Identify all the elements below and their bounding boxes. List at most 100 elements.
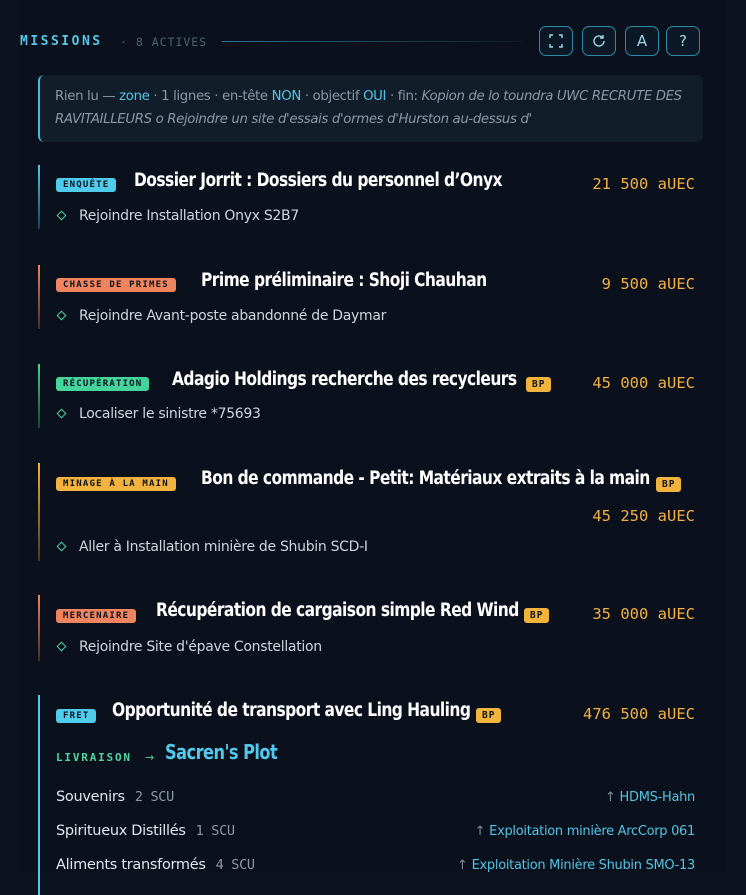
cargo-qty-value: 4 [215,857,224,873]
mission-reward: 35 000 aUEC [592,605,695,623]
reward-currency: aUEC [657,605,695,623]
cargo-qty: 2 SCU [135,789,174,805]
mission-reward: 9 500 aUEC [602,275,695,293]
cargo-name: Souvenirs 2 SCU [56,789,174,805]
help-icon: ? [679,32,687,50]
cargo-unit: SCU [231,857,255,873]
parse-info-box: Rien lu — zone · 1 lignes · en-tête NON … [38,75,703,142]
info-prefix: Rien lu — [55,89,116,104]
cargo-pickup: ↑ HDMS-Hahn [605,790,695,805]
info-header-keyword: NON [271,89,302,104]
font-icon: A [636,32,648,50]
info-lines: · 1 lignes · en-tête [153,89,268,104]
mission-card[interactable]: FRET Opportunité de transport avec Ling … [38,695,703,895]
category-accent-bar [38,595,40,661]
category-badge: RÉCUPÉRATION [56,377,150,391]
info-objective: · objectif [304,89,360,104]
pickup-location: Exploitation minière ArcCorp 061 [489,824,695,839]
reward-amount: 9 500 [601,275,649,293]
mission-objective: Localiser le sinistre *75693 [56,406,261,422]
fullscreen-button[interactable] [539,26,573,56]
mission-objective: Rejoindre Installation Onyx S2B7 [56,208,299,224]
active-count: · 8 ACTIVES [120,35,208,49]
objective-text: Aller à Installation minière de Shubin S… [79,539,368,555]
reward-amount: 21 500 [592,175,649,193]
mission-title: Bon de commande - Petit: Matériaux extra… [201,468,650,489]
objective-diamond-icon [56,408,67,418]
cargo-name: Aliments transformés 4 SCU [56,857,255,873]
cargo-name-text: Aliments transformés [56,857,206,873]
refresh-icon [593,35,605,47]
objective-text: Rejoindre Avant-poste abandonné de Dayma… [79,308,387,324]
category-accent-bar [38,165,40,229]
info-zone-keyword: zone [119,89,150,104]
objective-diamond-icon [56,210,67,220]
mission-objective: Aller à Installation minière de Shubin S… [56,539,368,555]
category-badge: MINAGE À LA MAIN [56,477,176,491]
font-size-button[interactable]: A [625,26,659,56]
objective-diamond-icon [56,641,67,651]
category-accent-bar [38,695,40,895]
cargo-row: Souvenirs 2 SCU ↑ HDMS-Hahn [56,789,695,809]
mission-reward: 45 000 aUEC [592,374,695,392]
bp-badge: BP [476,708,502,723]
mission-objective: Rejoindre Site d'épave Constellation [56,639,322,655]
cargo-qty: 4 SCU [216,857,255,873]
bp-badge: BP [526,377,552,392]
mission-title: Opportunité de transport avec Ling Hauli… [112,700,471,721]
reward-currency: aUEC [657,175,695,193]
delivery-destination: Sacren's Plot [165,740,278,764]
help-button[interactable]: ? [666,26,700,56]
mission-reward: 21 500 aUEC [592,175,695,193]
mission-card[interactable]: CHASSE DE PRIMES Prime préliminaire : Sh… [38,265,703,329]
cargo-pickup: ↑ Exploitation minière ArcCorp 061 [474,824,696,839]
delivery-label: LIVRAISON [56,751,132,764]
cargo-pickup: ↑ Exploitation Minière Shubin SMO-13 [457,858,695,873]
panel-title: MISSIONS [20,34,103,49]
reward-currency: aUEC [657,275,695,293]
objective-text: Rejoindre Installation Onyx S2B7 [79,208,299,224]
cargo-qty: 1 SCU [196,823,235,839]
cargo-qty-value: 1 [195,823,204,839]
category-accent-bar [38,265,40,329]
pickup-location: HDMS-Hahn [619,790,696,805]
reward-currency: aUEC [657,374,695,392]
mission-title: Adagio Holdings recherche des recycleurs [172,369,517,390]
mission-reward: 476 500 aUEC [583,705,695,723]
pickup-location: Exploitation Minière Shubin SMO-13 [471,858,696,873]
reward-amount: 35 000 [592,605,649,623]
category-accent-bar [38,364,40,428]
mission-card[interactable]: MERCENAIRE Récupération de cargaison sim… [38,595,703,661]
cargo-name: Spiritueux Distillés 1 SCU [56,823,235,839]
mission-card[interactable]: MINAGE À LA MAIN Bon de commande - Petit… [38,463,703,561]
bp-badge: BP [656,477,682,492]
missions-header: MISSIONS · 8 ACTIVES A ? [20,26,726,58]
cargo-name-text: Souvenirs [56,789,125,805]
cargo-unit: SCU [150,789,174,805]
header-divider [222,41,522,42]
reward-currency: aUEC [657,507,695,525]
mission-card[interactable]: RÉCUPÉRATION Adagio Holdings recherche d… [38,364,703,428]
cargo-name-text: Spiritueux Distillés [56,823,186,839]
reward-amount: 45 250 [592,507,649,525]
mission-title: Dossier Jorrit : Dossiers du personnel d… [134,170,502,191]
delivery-arrow-icon: → [145,751,155,764]
mission-card[interactable]: ENQUÊTE Dossier Jorrit : Dossiers du per… [38,165,703,229]
refresh-button[interactable] [582,26,616,56]
pickup-arrow-icon: ↑ [474,824,486,839]
objective-text: Localiser le sinistre *75693 [79,406,261,422]
category-badge: FRET [56,709,97,723]
category-badge: CHASSE DE PRIMES [56,278,176,292]
reward-amount: 476 500 [583,705,649,723]
mission-title: Récupération de cargaison simple Red Win… [156,600,519,621]
info-fin-label: · fin: [390,89,418,104]
pickup-arrow-icon: ↑ [604,790,616,805]
category-badge: ENQUÊTE [56,178,117,192]
mission-objective: Rejoindre Avant-poste abandonné de Dayma… [56,308,386,324]
cargo-qty-value: 2 [134,789,143,805]
objective-diamond-icon [56,310,67,320]
bp-badge: BP [524,608,550,623]
cargo-row: Spiritueux Distillés 1 SCU ↑ Exploitation … [56,823,695,843]
cargo-unit: SCU [211,823,235,839]
category-accent-bar [38,463,40,561]
